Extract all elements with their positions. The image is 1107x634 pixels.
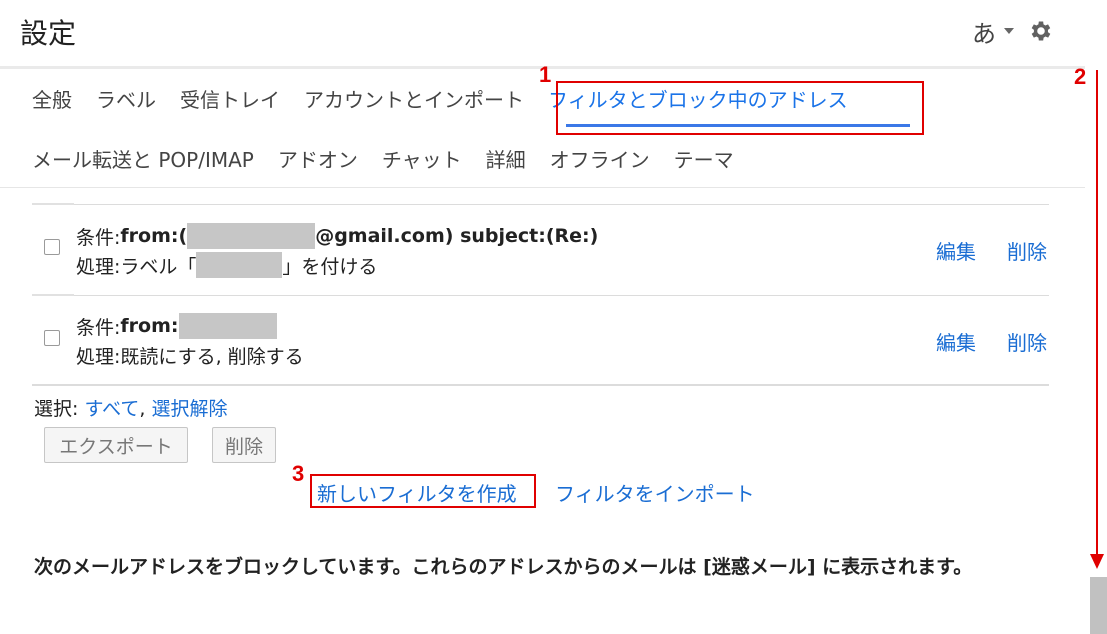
- filter-action: 処理: 既読にする, 削除する: [76, 341, 304, 369]
- list-divider: [32, 294, 74, 296]
- tab-addons[interactable]: アドオン: [278, 144, 358, 173]
- select-none-link[interactable]: 選択解除: [151, 398, 227, 420]
- filter-action: 処理: ラベル「 」を付ける: [76, 251, 377, 279]
- chevron-down-icon[interactable]: [1004, 28, 1014, 34]
- annotation-number-2: 2: [1074, 64, 1087, 89]
- redacted-address: [178, 313, 277, 339]
- condition-from: from:(: [120, 225, 188, 247]
- selection-controls: 選択: すべて, 選択解除: [34, 394, 227, 421]
- tab-labels[interactable]: ラベル: [96, 84, 156, 113]
- action-pre: ラベル「: [120, 255, 197, 278]
- list-divider: [74, 295, 1049, 296]
- settings-tabs-row-2: メール転送と POP/IMAP アドオン チャット 詳細 オフライン テーマ: [32, 128, 758, 188]
- condition-from: from:: [120, 315, 179, 337]
- tabs-divider: [0, 187, 1085, 188]
- redacted-label: [196, 252, 283, 278]
- filter-checkbox[interactable]: [44, 239, 60, 255]
- tab-inbox[interactable]: 受信トレイ: [180, 84, 280, 113]
- list-bottom-divider: [32, 384, 1049, 386]
- input-tools-button[interactable]: あ: [972, 14, 996, 49]
- tab-themes[interactable]: テーマ: [674, 144, 734, 173]
- annotation-number-3: 3: [292, 461, 305, 486]
- export-button[interactable]: エクスポート: [44, 427, 188, 463]
- delete-button[interactable]: 削除: [212, 427, 276, 463]
- select-all-link[interactable]: すべて: [84, 398, 139, 420]
- edit-filter-link[interactable]: 編集: [936, 236, 976, 265]
- redacted-address: [187, 223, 316, 249]
- import-filters-link[interactable]: フィルタをインポート: [555, 478, 755, 507]
- condition-rest: @gmail.com) subject:(Re:): [315, 225, 599, 247]
- tab-forwarding-pop-imap[interactable]: メール転送と POP/IMAP: [32, 144, 254, 173]
- tab-accounts-import[interactable]: アカウントとインポート: [304, 84, 524, 113]
- tab-general[interactable]: 全般: [32, 84, 72, 113]
- annotation-box-1: [556, 81, 924, 135]
- delete-filter-link[interactable]: 削除: [1007, 236, 1047, 265]
- condition-label: 条件:: [76, 226, 121, 249]
- blocked-addresses-description: 次のメールアドレスをブロックしています。これらのアドレスからのメールは [迷惑メ…: [34, 556, 973, 578]
- action-label: 処理:: [76, 345, 121, 368]
- selection-label: 選択:: [34, 398, 85, 420]
- condition-label: 条件:: [76, 316, 121, 339]
- annotation-arrow-down-icon: [1090, 70, 1104, 569]
- list-divider: [74, 204, 1049, 205]
- delete-filter-link[interactable]: 削除: [1007, 327, 1047, 356]
- tab-offline[interactable]: オフライン: [550, 144, 650, 173]
- annotation-box-3: [310, 474, 536, 508]
- list-divider: [32, 203, 74, 205]
- action-post: 」を付ける: [282, 255, 378, 278]
- filter-condition: 条件: from:( @gmail.com) subject:(Re:): [76, 222, 598, 250]
- scrollbar-thumb[interactable]: [1090, 577, 1107, 634]
- gear-icon[interactable]: [1028, 18, 1054, 44]
- action-text: 既読にする, 削除する: [120, 345, 304, 368]
- action-label: 処理:: [76, 255, 121, 278]
- page-title: 設定: [20, 17, 77, 50]
- filter-checkbox[interactable]: [44, 330, 60, 346]
- edit-filter-link[interactable]: 編集: [936, 327, 976, 356]
- filter-condition: 条件: from:: [76, 312, 277, 340]
- tab-advanced[interactable]: 詳細: [486, 144, 526, 173]
- annotation-number-1: 1: [539, 62, 552, 87]
- tab-chat[interactable]: チャット: [382, 144, 462, 173]
- header-tools: あ: [972, 14, 1054, 48]
- selection-separator: ,: [139, 398, 152, 420]
